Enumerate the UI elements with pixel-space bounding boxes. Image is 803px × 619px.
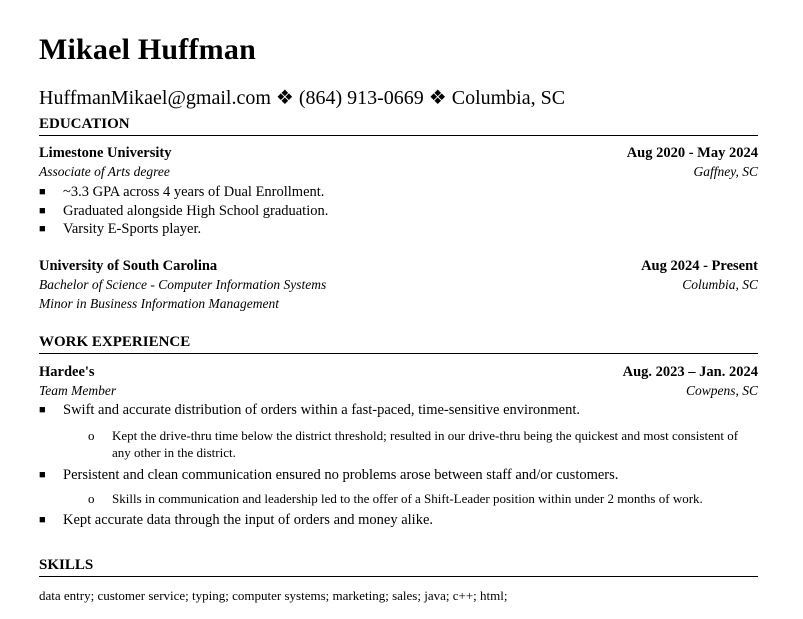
skills-heading: SKILLS: [39, 557, 758, 577]
sub-list-item: o Skills in communication and leadership…: [88, 491, 703, 506]
edu-entry-2-minor: Minor in Business Information Management: [39, 296, 758, 312]
edu-dates: Aug 2024 - Present: [641, 258, 758, 274]
bullet-icon: ■: [39, 404, 46, 416]
work-entry-sub: Team Member Cowpens, SC: [39, 383, 758, 399]
circle-bullet-icon: o: [88, 491, 95, 506]
edu-location: Columbia, SC: [682, 277, 758, 292]
edu-entry-2-sub: Bachelor of Science - Computer Informati…: [39, 277, 758, 293]
employer-name: Hardee's: [39, 364, 95, 380]
resume-name: Mikael Huffman: [39, 33, 256, 66]
job-role: Team Member: [39, 383, 117, 398]
work-location: Cowpens, SC: [685, 383, 758, 398]
bullet-icon: ■: [39, 223, 46, 235]
circle-bullet-icon: o: [88, 428, 95, 443]
edu-entry-2-header: University of South Carolina Aug 2024 - …: [39, 258, 758, 275]
sub-list-item: o Kept the drive-thru time below the dis…: [88, 428, 739, 460]
education-heading: EDUCATION: [39, 116, 758, 136]
edu-location: Gaffney, SC: [693, 164, 759, 179]
bullet-icon: ■: [39, 186, 46, 198]
bullet-icon: ■: [39, 469, 46, 481]
work-entry-header: Hardee's Aug. 2023 – Jan. 2024: [39, 364, 758, 381]
bullet-icon: ■: [39, 514, 46, 526]
bullet-icon: ■: [39, 205, 46, 217]
degree: Bachelor of Science - Computer Informati…: [39, 277, 327, 292]
school-name: University of South Carolina: [39, 258, 218, 274]
minor: Minor in Business Information Management: [39, 296, 279, 311]
edu-dates: Aug 2020 - May 2024: [626, 145, 758, 161]
school-name: Limestone University: [39, 145, 172, 161]
edu-entry-1-header: Limestone University Aug 2020 - May 2024: [39, 145, 758, 162]
contact-line: HuffmanMikael@gmail.com ❖ (864) 913-0669…: [39, 87, 566, 109]
edu-entry-1-sub: Associate of Arts degree Gaffney, SC: [39, 164, 758, 180]
skills-text: data entry; customer service; typing; co…: [39, 588, 508, 603]
work-heading: WORK EXPERIENCE: [39, 334, 758, 354]
work-dates: Aug. 2023 – Jan. 2024: [622, 364, 758, 380]
degree: Associate of Arts degree: [39, 164, 170, 179]
